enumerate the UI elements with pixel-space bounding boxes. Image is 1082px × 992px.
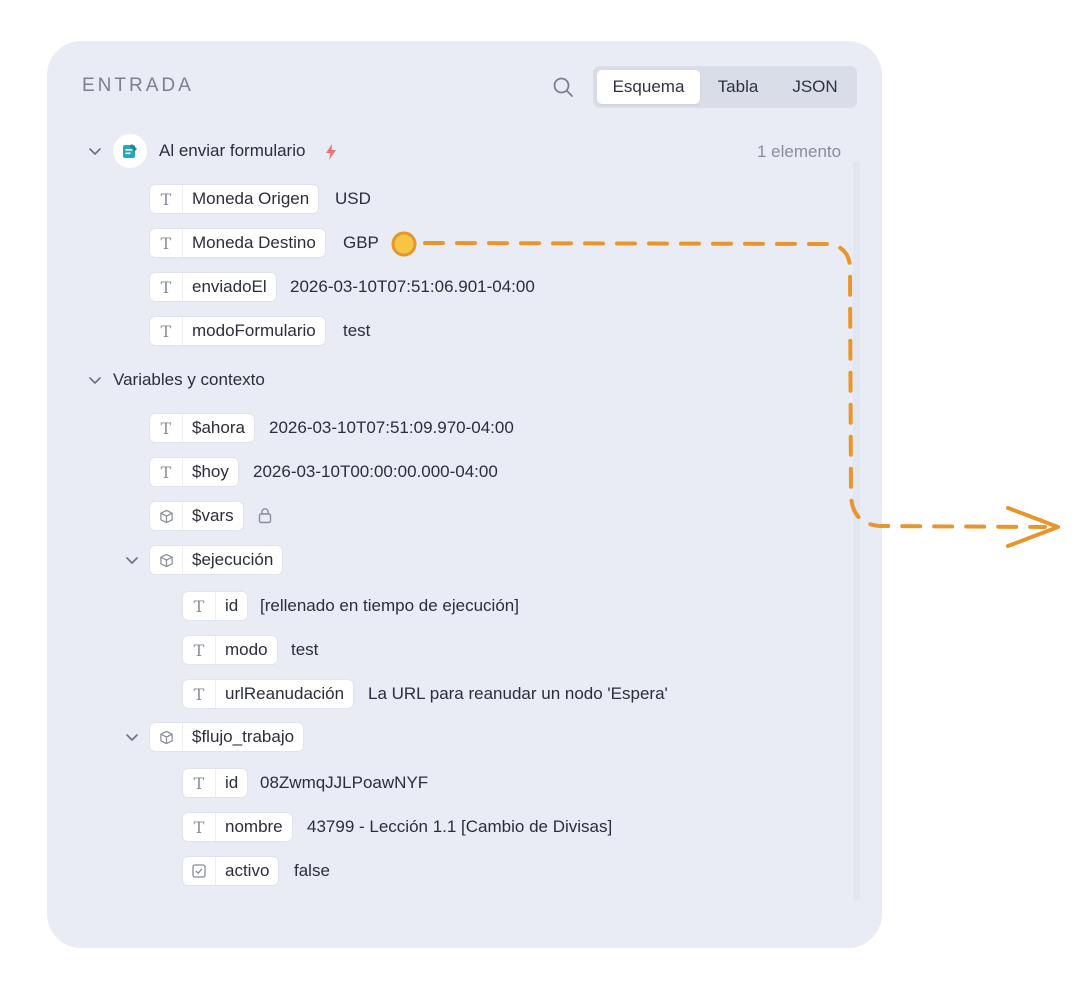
drag-handle[interactable]	[391, 231, 417, 257]
drag-connection-overlay	[391, 231, 1060, 548]
dashed-connection-path	[423, 241, 1047, 529]
